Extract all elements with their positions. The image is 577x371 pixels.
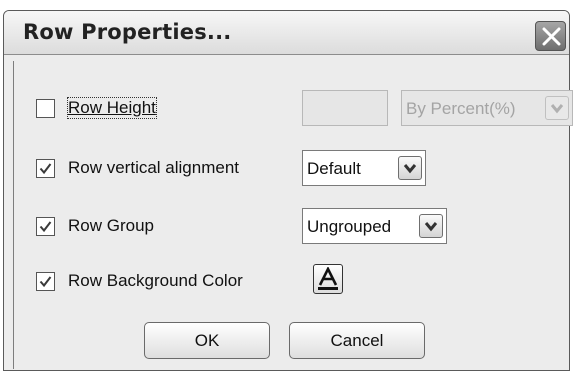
background-color-checkbox[interactable]: [36, 272, 55, 291]
checkmark-icon: [39, 163, 52, 175]
vertical-alignment-checkbox[interactable]: [36, 159, 55, 178]
row-height-unit-select[interactable]: By Percent(%): [401, 90, 573, 126]
cancel-button[interactable]: Cancel: [289, 322, 425, 359]
chevron-down-icon: [550, 104, 564, 114]
row-height-unit-dropdown-arrow[interactable]: [545, 96, 569, 120]
dialog-titlebar[interactable]: Row Properties...: [4, 11, 569, 55]
row-properties-dialog: Row Properties... Row Height By Percent(…: [3, 10, 573, 371]
chevron-down-icon: [424, 222, 438, 232]
row-group-label: Row Group: [68, 216, 154, 235]
vertical-alignment-label: Row vertical alignment: [68, 158, 240, 177]
chevron-down-icon: [403, 164, 417, 174]
checkmark-icon: [39, 276, 52, 288]
row-group-select[interactable]: Ungrouped: [302, 208, 447, 244]
vertical-alignment-select[interactable]: Default: [302, 150, 426, 186]
close-button[interactable]: [535, 21, 566, 51]
ok-button[interactable]: OK: [144, 322, 270, 359]
row-group-checkbox[interactable]: [36, 217, 55, 236]
row-height-input[interactable]: [302, 90, 388, 126]
vertical-alignment-dropdown-arrow[interactable]: [398, 156, 422, 180]
background-color-picker-button[interactable]: [313, 264, 343, 294]
background-color-label: Row Background Color: [68, 271, 243, 290]
dialog-title: Row Properties...: [23, 20, 232, 44]
checkmark-icon: [39, 221, 52, 233]
close-x-icon: [542, 27, 561, 46]
text-color-icon: [318, 267, 338, 290]
row-height-checkbox[interactable]: [36, 99, 55, 118]
row-height-label[interactable]: Row Height: [67, 97, 157, 119]
dialog-body: Row Height By Percent(%) Row vertical al…: [13, 61, 573, 369]
row-group-dropdown-arrow[interactable]: [419, 214, 443, 238]
